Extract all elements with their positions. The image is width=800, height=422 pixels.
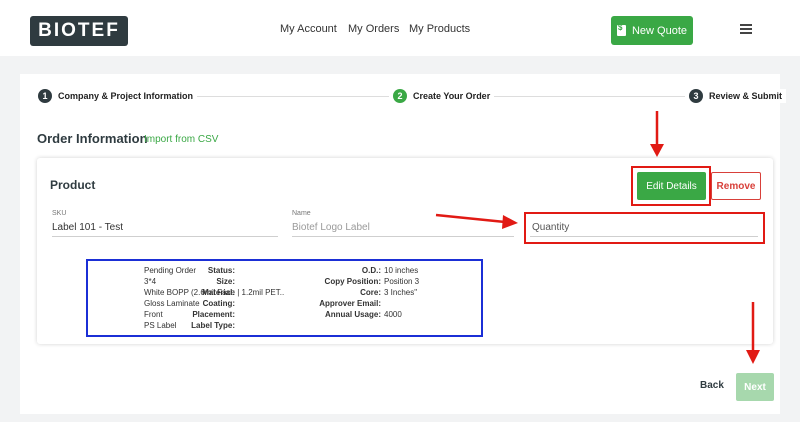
detail-key: O.D.: (361, 266, 381, 275)
nav-my-orders[interactable]: My Orders (348, 23, 399, 35)
hamburger-menu-icon[interactable] (740, 24, 752, 34)
step-company-project[interactable]: 1 Company & Project Information (38, 89, 198, 103)
nav-my-products[interactable]: My Products (409, 23, 470, 35)
top-bar: BIOTEF My Account My Orders My Products … (0, 0, 800, 56)
product-title: Product (50, 178, 96, 192)
detail-value: Gloss Laminate (144, 299, 200, 308)
step-label: Review & Submit (709, 91, 783, 101)
new-quote-button[interactable]: New Quote (611, 16, 693, 45)
step-number: 1 (38, 89, 52, 103)
step-review-submit[interactable]: 3 Review & Submit (685, 89, 787, 103)
edit-details-highlight (631, 166, 711, 206)
detail-key: Copy Position: (324, 277, 381, 286)
name-underline (292, 236, 514, 237)
details-right-values: 10 inches Position 3 3 Inches" 4000 (384, 265, 474, 320)
name-input[interactable]: Biotef Logo Label (292, 222, 370, 233)
import-csv-link[interactable]: Import from CSV (144, 134, 218, 145)
step-label: Company & Project Information (58, 91, 194, 101)
step-create-order[interactable]: 2 Create Your Order (389, 89, 495, 103)
new-quote-label: New Quote (631, 24, 688, 37)
sku-value[interactable]: Label 101 - Test (52, 222, 123, 233)
detail-value: PS Label (144, 321, 177, 330)
detail-value: 3*4 (144, 277, 157, 286)
sku-underline (52, 236, 278, 237)
step-number: 3 (689, 89, 703, 103)
biotef-logo[interactable]: BIOTEF (30, 16, 128, 46)
quote-document-icon (616, 23, 626, 36)
step-label: Create Your Order (413, 91, 491, 101)
detail-value (384, 298, 474, 309)
detail-key: Core: (360, 288, 381, 297)
nav-my-account[interactable]: My Account (280, 23, 337, 35)
quantity-highlight (524, 212, 765, 244)
remove-button[interactable]: Remove (711, 172, 761, 200)
order-information-title: Order Information (37, 131, 148, 146)
back-button[interactable]: Back (700, 380, 724, 391)
detail-value: Pending Order (144, 266, 197, 275)
details-right-keys: O.D.: Copy Position: Core: Approver Emai… (290, 265, 381, 320)
details-left-values: Pending Order 3*4 White BOPP (2.6mil Fac… (144, 265, 284, 331)
detail-value: White BOPP (2.6mil Face | 1.2mil PET... (144, 288, 284, 297)
next-button[interactable]: Next (736, 373, 774, 401)
sku-label: SKU (52, 210, 67, 217)
detail-value: Front (144, 310, 163, 319)
detail-value: Position 3 (384, 277, 420, 286)
detail-key: Annual Usage: (324, 310, 381, 319)
name-label: Name (292, 210, 311, 217)
detail-value: 3 Inches" (384, 288, 418, 297)
step-number: 2 (393, 89, 407, 103)
detail-value: 4000 (384, 310, 402, 319)
detail-key: Approver Email: (319, 299, 381, 308)
detail-value: 10 inches (384, 266, 419, 275)
